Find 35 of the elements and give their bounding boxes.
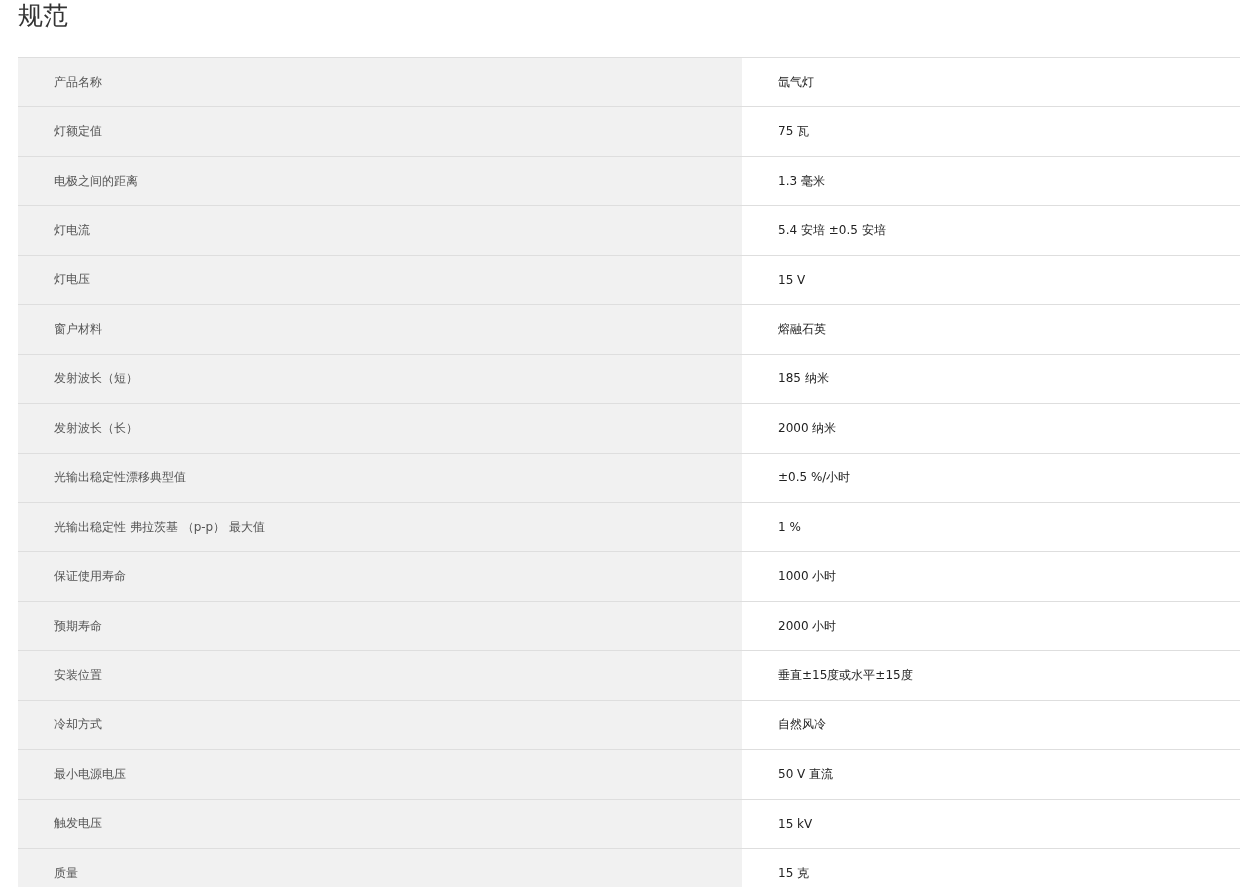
spec-label: 最小电源电压 <box>18 750 742 799</box>
spec-label: 灯电压 <box>18 255 742 305</box>
spec-value: 自然风冷 <box>777 716 827 734</box>
spec-label: 质量 <box>18 849 742 887</box>
spec-label: 光输出稳定性漂移典型值 <box>18 453 742 502</box>
spec-value: 1.3 毫米 <box>777 172 826 190</box>
spec-label: 光输出稳定性 弗拉茨基 （p-p） 最大值 <box>18 502 742 552</box>
spec-value: 15 克 <box>777 864 811 882</box>
spec-label: 预期寿命 <box>18 601 742 651</box>
spec-value: 2000 纳米 <box>777 419 838 437</box>
spec-value: 2000 小时 <box>777 617 838 635</box>
spec-label: 发射波长（短） <box>18 354 742 404</box>
spec-label: 触发电压 <box>18 799 742 848</box>
spec-value: 15 kV <box>777 815 814 833</box>
spec-value: 垂直±15度或水平±15度 <box>777 666 914 684</box>
spec-value: 15 V <box>777 271 807 289</box>
spec-value: 1 % <box>777 519 802 537</box>
spec-value: 1000 小时 <box>777 568 838 586</box>
spec-label: 灯电流 <box>18 206 742 255</box>
spec-label: 保证使用寿命 <box>18 552 742 601</box>
spec-value: 氙气灯 <box>777 73 815 91</box>
spec-value: 熔融石英 <box>777 320 827 338</box>
spec-label: 窗户材料 <box>18 305 742 354</box>
spec-label: 产品名称 <box>18 58 742 107</box>
spec-value: 75 瓦 <box>777 123 811 141</box>
spec-label: 安装位置 <box>18 651 742 700</box>
spec-label: 冷却方式 <box>18 700 742 750</box>
spec-value: 185 纳米 <box>777 370 830 388</box>
spec-label: 灯额定值 <box>18 107 742 156</box>
spec-label: 电极之间的距离 <box>18 156 742 206</box>
spec-label: 发射波长（长） <box>18 404 742 453</box>
spec-value: 50 V 直流 <box>777 765 835 783</box>
spec-value: ±0.5 %/小时 <box>777 469 852 487</box>
section-title: 规范 <box>18 0 68 32</box>
spec-value: 5.4 安培 ±0.5 安培 <box>777 222 887 240</box>
